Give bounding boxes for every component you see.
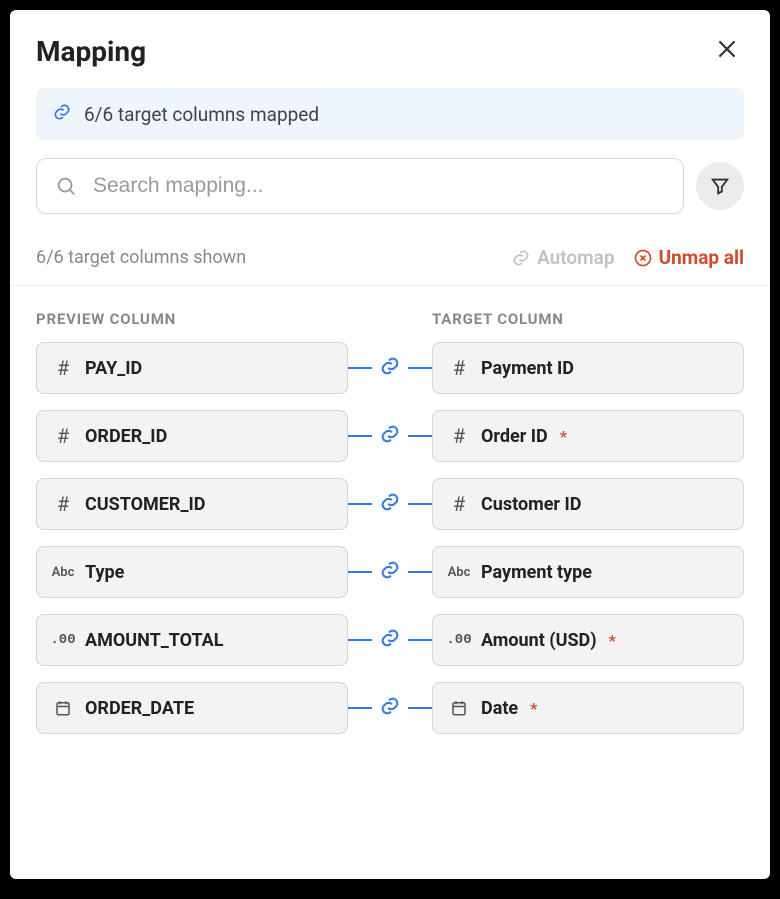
preview-column-chip[interactable]: # CUSTOMER_ID [36,478,348,530]
search-box[interactable] [36,158,684,214]
controls-right: Automap Unmap all [511,246,744,269]
number-type-icon: # [447,494,471,514]
link-icon [511,248,531,268]
filter-icon [709,175,731,197]
target-column-chip[interactable]: Abc Payment type [432,546,744,598]
required-indicator: * [530,699,537,718]
number-type-icon: # [447,426,471,446]
link-icon[interactable] [379,491,401,517]
panel-title: Mapping [36,35,146,68]
decimal-type-icon: .00 [447,633,471,647]
link-icon[interactable] [379,423,401,449]
mapping-connector [348,695,432,721]
columns-header: PREVIEW COLUMN TARGET COLUMN [36,310,744,328]
number-type-icon: # [51,426,75,446]
target-column-chip[interactable]: .00 Amount (USD) * [432,614,744,666]
number-type-icon: # [447,358,471,378]
date-type-icon [51,699,75,717]
target-column-chip[interactable]: Date * [432,682,744,734]
shown-count: 6/6 target columns shown [36,247,246,268]
preview-column-name: AMOUNT_TOTAL [85,630,224,651]
preview-column-chip[interactable]: ORDER_DATE [36,682,348,734]
close-button[interactable] [710,32,744,70]
mapping-connector [348,355,432,381]
search-icon [55,175,77,197]
mapping-row: # PAY_ID # Payment ID [36,342,744,394]
preview-column-name: ORDER_DATE [85,698,194,719]
link-icon [52,102,72,126]
decimal-type-icon: .00 [51,633,75,647]
banner-text: 6/6 target columns mapped [84,103,319,126]
preview-column-chip[interactable]: # PAY_ID [36,342,348,394]
mapping-status-banner: 6/6 target columns mapped [36,88,744,140]
text-type-icon: Abc [51,566,75,579]
mapping-connector [348,423,432,449]
filter-button[interactable] [696,162,744,210]
preview-column-header: PREVIEW COLUMN [36,310,348,328]
target-column-chip[interactable]: # Customer ID [432,478,744,530]
automap-button[interactable]: Automap [511,246,614,269]
preview-column-name: CUSTOMER_ID [85,494,205,515]
panel-header: Mapping [36,32,744,70]
unmap-label: Unmap all [659,246,744,269]
mapping-connector [348,627,432,653]
target-column-name: Customer ID [481,494,581,515]
circle-x-icon [633,248,653,268]
required-indicator: * [560,427,567,446]
text-type-icon: Abc [447,566,471,579]
mapping-row: ORDER_DATE Date * [36,682,744,734]
preview-column-name: PAY_ID [85,358,142,379]
mapping-row: # CUSTOMER_ID # Customer ID [36,478,744,530]
target-column-name: Date [481,698,518,719]
target-column-name: Amount (USD) [481,630,597,651]
link-icon[interactable] [379,627,401,653]
close-icon [714,36,740,62]
number-type-icon: # [51,358,75,378]
link-icon[interactable] [379,559,401,585]
preview-column-chip[interactable]: Abc Type [36,546,348,598]
mapping-row: .00 AMOUNT_TOTAL .00 Amount (USD) * [36,614,744,666]
link-icon[interactable] [379,695,401,721]
mapping-connector [348,559,432,585]
controls-row: 6/6 target columns shown Automap Unmap a… [10,246,770,286]
mapping-panel: Mapping 6/6 target columns mapped 6/6 ta… [10,10,770,879]
preview-column-name: Type [85,562,124,583]
mapping-connector [348,491,432,517]
preview-column-chip[interactable]: .00 AMOUNT_TOTAL [36,614,348,666]
target-column-header: TARGET COLUMN [432,310,744,328]
automap-label: Automap [537,246,614,269]
preview-column-chip[interactable]: # ORDER_ID [36,410,348,462]
required-indicator: * [609,631,616,650]
target-column-chip[interactable]: # Order ID * [432,410,744,462]
unmap-all-button[interactable]: Unmap all [633,246,744,269]
target-column-chip[interactable]: # Payment ID [432,342,744,394]
target-column-name: Order ID [481,426,548,447]
search-input[interactable] [91,173,665,199]
link-icon[interactable] [379,355,401,381]
mapping-rows: # PAY_ID # Payment ID # ORDER_ID [36,342,744,734]
number-type-icon: # [51,494,75,514]
date-type-icon [447,699,471,717]
preview-column-name: ORDER_ID [85,426,167,447]
mapping-row: Abc Type Abc Payment type [36,546,744,598]
target-column-name: Payment ID [481,358,574,379]
mapping-row: # ORDER_ID # Order ID * [36,410,744,462]
search-row [36,158,744,214]
target-column-name: Payment type [481,562,592,583]
